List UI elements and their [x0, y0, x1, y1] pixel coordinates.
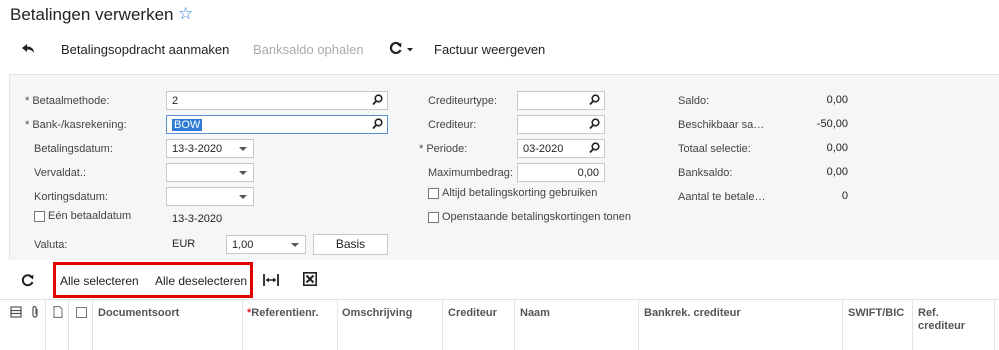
maximumbedrag-label: Maximumbedrag: [428, 167, 513, 179]
column-header-crediteur[interactable]: Crediteur [448, 307, 497, 320]
crediteur-input[interactable] [517, 115, 605, 134]
star-outline-icon[interactable]: ☆ [178, 4, 193, 24]
totaal-selectie-value: 0,00 [826, 142, 848, 154]
show-invoice-button[interactable]: Factuur weergeven [434, 42, 545, 57]
vervaldat-label: Vervaldat.: [34, 167, 86, 179]
column-header-omschrijving[interactable]: Omschrijving [342, 307, 412, 320]
column-divider [638, 300, 639, 350]
beschikbaar-saldo-value: -50,00 [816, 118, 848, 130]
document-icon [53, 306, 63, 318]
page-title: Betalingen verwerken [10, 5, 174, 24]
search-icon[interactable] [589, 118, 600, 130]
search-icon[interactable] [372, 94, 383, 106]
column-divider [442, 300, 443, 350]
search-icon[interactable] [372, 118, 383, 130]
bankrekening-input[interactable]: BOW [166, 115, 388, 134]
periode-input[interactable]: 03-2020 [517, 139, 605, 158]
valuta-label: Valuta: [34, 239, 68, 251]
fit-columns-icon[interactable] [263, 273, 279, 287]
crediteurtype-label: Crediteurtype: [428, 95, 498, 107]
column-header-ref-crediteur[interactable]: Ref. crediteur [918, 307, 978, 333]
bankrekening-label: * Bank-/kasrekening: [25, 119, 127, 131]
crediteur-label: Crediteur: [428, 119, 477, 131]
altijd-korting-label: Altijd betalingskorting gebruiken [442, 187, 598, 199]
undo-icon[interactable] [20, 42, 38, 58]
column-divider [514, 300, 515, 350]
column-header-naam[interactable]: Naam [520, 307, 550, 320]
een-betaaldatum-checkbox[interactable] [34, 211, 45, 222]
saldo-value: 0,00 [826, 94, 848, 106]
column-header-documentsoort[interactable]: Documentsoort [98, 307, 179, 320]
excel-export-icon[interactable] [303, 272, 317, 286]
een-betaaldatum-value: 13-3-2020 [172, 213, 223, 225]
beschikbaar-saldo-label: Beschikbaar sa… [678, 119, 765, 131]
valuta-currency: EUR [172, 238, 196, 250]
betalingsdatum-input[interactable]: 13-3-2020 [166, 139, 254, 158]
valuta-rate-input[interactable]: 1,00 [226, 235, 306, 254]
kortingsdatum-label: Kortingsdatum: [34, 191, 108, 203]
openstaande-korting-label: Openstaande betalingskortingen tonen [442, 211, 631, 223]
column-divider [45, 300, 46, 350]
altijd-korting-checkbox[interactable] [428, 188, 439, 199]
totaal-selectie-label: Totaal selectie: [678, 143, 751, 155]
basis-button[interactable]: Basis [313, 234, 388, 255]
vervaldat-input[interactable] [166, 163, 254, 182]
aantal-te-betalen-value: 0 [841, 190, 848, 202]
column-divider [68, 300, 69, 350]
column-divider [842, 300, 843, 350]
banksaldo-label: Banksaldo: [678, 167, 733, 179]
highlight-box [53, 262, 253, 298]
betalingsdatum-label: Betalingsdatum: [34, 143, 113, 155]
column-divider [912, 300, 913, 350]
column-divider [242, 300, 243, 350]
column-divider [337, 300, 338, 350]
column-divider [994, 300, 995, 350]
chevron-down-icon[interactable] [239, 147, 247, 151]
column-header-bankrek-crediteur[interactable]: Bankrek. crediteur [644, 307, 741, 320]
column-header-swift-bic[interactable]: SWIFT/BIC [848, 307, 904, 320]
refresh-dropdown-icon[interactable] [387, 40, 417, 58]
chevron-down-icon[interactable] [239, 195, 247, 199]
banksaldo-value: 0,00 [826, 166, 848, 178]
paperclip-icon[interactable] [30, 305, 40, 319]
search-icon[interactable] [589, 94, 600, 106]
chevron-down-icon[interactable] [291, 243, 299, 247]
column-header-referentienr[interactable]: *Referentienr. [247, 307, 319, 320]
refresh-icon[interactable] [21, 273, 35, 287]
select-all-rows-checkbox[interactable] [76, 307, 87, 318]
search-icon[interactable] [589, 142, 600, 154]
create-payment-order-button[interactable]: Betalingsopdracht aanmaken [61, 42, 229, 57]
saldo-label: Saldo: [678, 95, 710, 107]
betaalmethode-input[interactable]: 2 [166, 91, 388, 110]
openstaande-korting-checkbox[interactable] [428, 212, 439, 223]
een-betaaldatum-label: Eén betaaldatum [48, 210, 132, 222]
betaalmethode-label: * Betaalmethode: [25, 95, 110, 107]
aantal-te-betalen-label: Aantal te betale… [678, 191, 766, 203]
chevron-down-icon[interactable] [239, 171, 247, 175]
fetch-bank-balance-button[interactable]: Banksaldo ophalen [253, 42, 364, 57]
maximumbedrag-input[interactable]: 0,00 [517, 163, 605, 182]
row-settings-icon[interactable] [10, 306, 22, 318]
crediteurtype-input[interactable] [517, 91, 605, 110]
periode-label: * Periode: [419, 143, 468, 155]
kortingsdatum-input[interactable] [166, 187, 254, 206]
column-divider [92, 300, 93, 350]
